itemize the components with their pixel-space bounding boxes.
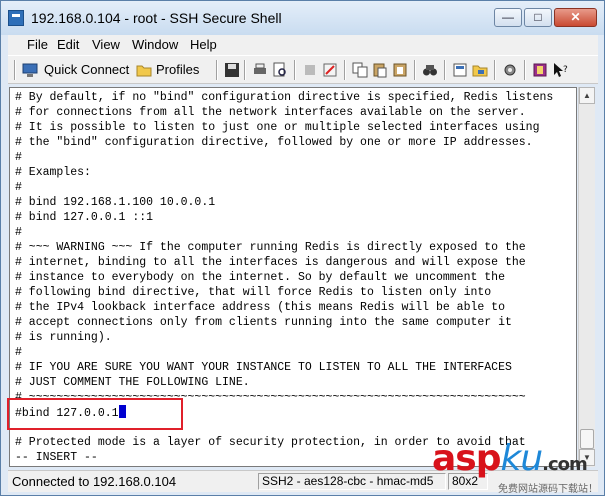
vertical-scrollbar[interactable]: ▲ ▼ (578, 87, 595, 467)
terminal-line: # is running). (15, 331, 112, 344)
disconnect-icon[interactable] (302, 62, 318, 78)
terminal-line: # the "bind" configuration directive, fo… (15, 136, 533, 149)
toolbar: Quick Connect Profiles ? (8, 55, 598, 84)
scroll-down-button[interactable]: ▼ (579, 449, 595, 466)
folder-icon (136, 65, 152, 77)
quick-connect-label: Quick Connect (44, 62, 130, 77)
terminal-line: # following bind directive, that will fo… (15, 286, 492, 299)
terminal-line: # IF YOU ARE SURE YOU WANT YOUR INSTANCE… (15, 361, 512, 374)
terminal-size-status: 80x2 (448, 473, 488, 490)
menu-help[interactable]: Help (190, 37, 217, 52)
toolbar-separator (444, 60, 446, 80)
print-icon[interactable] (252, 62, 268, 78)
terminal-line: # internet, binding to all the interface… (15, 256, 526, 269)
copy-icon[interactable] (352, 62, 368, 78)
terminal-line: # bind 127.0.0.1 ::1 (15, 211, 154, 224)
new-file-transfer-icon[interactable] (452, 62, 468, 78)
status-bar: Connected to 192.168.0.104 SSH2 - aes128… (8, 470, 598, 492)
cipher-status: SSH2 - aes128-cbc - hmac-md5 (258, 473, 446, 490)
arrow-up-icon: ▲ (583, 91, 591, 100)
window-title: 192.168.0.104 - root - SSH Secure Shell (31, 10, 282, 26)
scroll-thumb[interactable] (580, 429, 594, 449)
terminal-line: # JUST COMMENT THE FOLLOWING LINE. (15, 376, 250, 389)
terminal-line: # (15, 226, 22, 239)
new-terminal-icon[interactable] (472, 62, 488, 78)
menu-window[interactable]: Window (132, 37, 178, 52)
svg-text:?: ? (563, 65, 568, 75)
maximize-button[interactable]: □ (524, 8, 552, 27)
scroll-up-button[interactable]: ▲ (579, 87, 595, 104)
toolbar-separator (494, 60, 496, 80)
terminal-line: # Examples: (15, 166, 91, 179)
find-icon[interactable] (422, 62, 438, 78)
terminal-line: # instance to everybody on the internet.… (15, 271, 505, 284)
toolbar-separator (414, 60, 416, 80)
ssh-app-icon[interactable] (8, 10, 24, 26)
terminal-line: # the IPv4 lookback interface address (t… (15, 301, 505, 314)
terminal-line: # Protected mode is a layer of security … (15, 436, 526, 449)
toolbar-separator (524, 60, 526, 80)
terminal-line: # ~~~ WARNING ~~~ If the computer runnin… (15, 241, 526, 254)
minimize-button[interactable]: — (494, 8, 522, 27)
menu-view[interactable]: View (92, 37, 120, 52)
terminal-line: # bind 192.168.1.100 10.0.0.1 (15, 196, 216, 209)
paste-selection-icon[interactable] (392, 62, 408, 78)
toolbar-grip (14, 60, 16, 80)
toolbar-separator (216, 60, 218, 80)
terminal-line: -- INSERT -- (15, 451, 98, 464)
context-help-icon[interactable]: ? (552, 62, 568, 78)
close-icon: ✕ (570, 10, 581, 24)
help-icon[interactable] (532, 62, 548, 78)
menu-edit[interactable]: Edit (57, 37, 79, 52)
ssh-client-window: 192.168.0.104 - root - SSH Secure Shell … (0, 0, 605, 496)
annotation-highlight-box (7, 398, 183, 430)
title-bar[interactable]: 192.168.0.104 - root - SSH Secure Shell … (1, 1, 604, 35)
menu-file[interactable]: File (27, 37, 48, 52)
save-icon[interactable] (224, 62, 240, 78)
settings-icon[interactable] (322, 62, 338, 78)
terminal-line: # (15, 181, 22, 194)
toolbar-separator (344, 60, 346, 80)
connection-status: Connected to 192.168.0.104 (12, 474, 177, 489)
toolbar-separator (244, 60, 246, 80)
print-preview-icon[interactable] (272, 62, 288, 78)
profiles-label: Profiles (156, 62, 200, 77)
terminal-line: # (15, 346, 22, 359)
terminal-line: # accept connections only from clients r… (15, 316, 512, 329)
arrow-down-icon: ▼ (583, 453, 591, 462)
paste-icon[interactable] (372, 62, 388, 78)
terminal-line: # for connections from all the network i… (15, 106, 526, 119)
terminal-line: # It is possible to listen to just one o… (15, 121, 540, 134)
terminal-line: # By default, if no "bind" configuration… (15, 91, 554, 104)
maximize-icon: □ (534, 10, 542, 24)
close-button[interactable]: ✕ (554, 8, 597, 27)
terminal-line: # (15, 151, 22, 164)
quick-connect-icon (22, 63, 38, 77)
minimize-icon: — (502, 10, 514, 24)
gear-icon[interactable] (502, 62, 518, 78)
toolbar-separator (294, 60, 296, 80)
menu-bar: File Edit View Window Help (8, 35, 598, 55)
